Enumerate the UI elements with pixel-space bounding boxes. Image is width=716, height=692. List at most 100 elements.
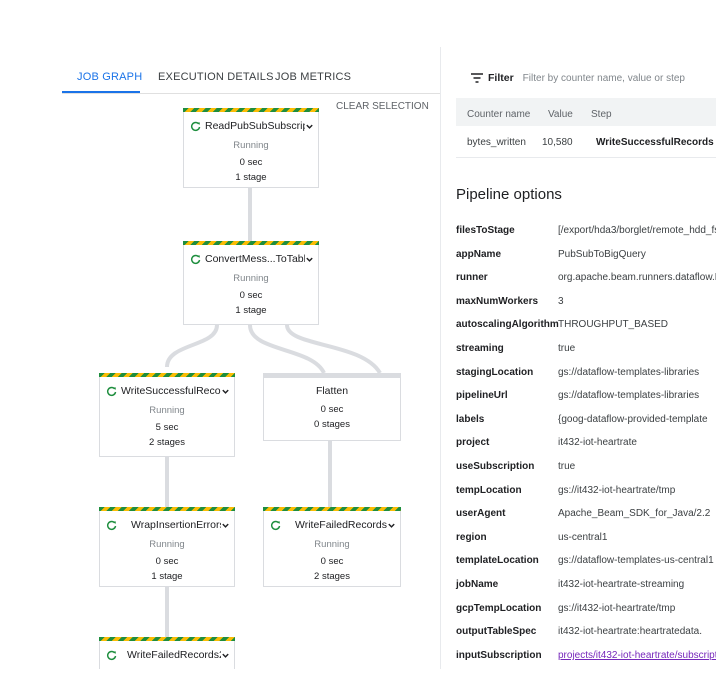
option-value: us-central1 bbox=[558, 532, 608, 543]
option-value: gs://dataflow-templates-libraries bbox=[558, 367, 700, 378]
option-key: outputTableSpec bbox=[456, 626, 537, 637]
option-value: [/export/hda3/borglet/remote_hdd_fs_dirs… bbox=[558, 225, 716, 236]
option-key: filesToStage bbox=[456, 225, 515, 236]
option-value: org.apache.beam.runners.dataflow.Dataflo… bbox=[558, 272, 716, 283]
graph-node[interactable]: WriteSuccessfulRecords Running 5 sec 2 s… bbox=[99, 373, 235, 457]
edge-convert-to-flatten-2 bbox=[285, 324, 382, 375]
option-key: labels bbox=[456, 414, 485, 425]
col-value: Value bbox=[548, 109, 573, 120]
option-key: jobName bbox=[456, 579, 499, 590]
option-key: streaming bbox=[456, 343, 504, 354]
details-panel: Filter Filter by counter name, value or … bbox=[441, 47, 716, 669]
job-graph-panel: JOB GRAPH EXECUTION DETAILS JOB METRICS … bbox=[62, 47, 440, 669]
pipeline-options-title: Pipeline options bbox=[456, 186, 562, 203]
counter-step-cell: WriteSuccessfulRecords bbox=[596, 137, 714, 148]
filter-bar[interactable]: Filter Filter by counter name, value or … bbox=[471, 72, 685, 84]
node-stages: 1 stage bbox=[151, 571, 183, 582]
chevron-down-icon[interactable] bbox=[221, 521, 230, 530]
running-icon bbox=[106, 386, 117, 396]
node-name: WrapInsertionErrors bbox=[131, 519, 221, 531]
chevron-down-icon[interactable] bbox=[221, 387, 230, 396]
running-stripe bbox=[99, 507, 235, 511]
running-icon bbox=[270, 520, 281, 530]
counter-name-cell: bytes_written bbox=[467, 137, 526, 148]
option-key: autoscalingAlgorithm bbox=[456, 319, 559, 330]
node-time: 0 sec bbox=[155, 556, 179, 567]
chevron-down-icon[interactable] bbox=[221, 651, 230, 660]
option-key: templateLocation bbox=[456, 555, 539, 566]
node-header[interactable]: WriteFailedRecords bbox=[270, 518, 396, 532]
node-time: 0 sec bbox=[320, 404, 344, 415]
node-time: 0 sec bbox=[239, 290, 263, 301]
node-name: WriteFailedRecords bbox=[295, 519, 387, 531]
node-name: ReadPubSubSubscription bbox=[205, 120, 305, 132]
option-value: PubSubToBigQuery bbox=[558, 249, 646, 260]
option-value: it432-iot-heartrate bbox=[558, 437, 637, 448]
filter-input[interactable]: Filter by counter name, value or step bbox=[523, 73, 685, 84]
edge-convert-to-write bbox=[165, 324, 219, 368]
node-header[interactable]: ConvertMess...ToTableRow bbox=[190, 252, 314, 266]
graph-node[interactable]: Flatten 0 sec 0 stages bbox=[263, 373, 401, 441]
running-icon bbox=[106, 520, 117, 530]
running-icon bbox=[190, 254, 201, 264]
option-key: project bbox=[456, 437, 490, 448]
option-value: gs://dataflow-templates-libraries bbox=[558, 390, 700, 401]
node-stages: 0 stages bbox=[314, 419, 350, 430]
running-stripe bbox=[183, 241, 319, 245]
option-value: gs://dataflow-templates-us-central1 bbox=[558, 555, 714, 566]
node-name: WriteFailedRecords2 bbox=[127, 649, 221, 661]
graph-node[interactable]: WrapInsertionErrors Running 0 sec 1 stag… bbox=[99, 507, 235, 587]
node-status: Running bbox=[149, 539, 185, 550]
node-time: 0 sec bbox=[239, 157, 263, 168]
option-value: it432-iot-heartrate:heartratedata. bbox=[558, 626, 702, 637]
graph-node[interactable]: ConvertMess...ToTableRow Running 0 sec 1… bbox=[183, 241, 319, 325]
option-value: {goog-dataflow-provided-template bbox=[558, 414, 708, 425]
inactive-stripe bbox=[263, 373, 401, 378]
node-name: ConvertMess...ToTableRow bbox=[205, 253, 305, 265]
option-key: region bbox=[456, 532, 487, 543]
option-value: gs://it432-iot-heartrate/tmp bbox=[558, 603, 676, 614]
option-key: gcpTempLocation bbox=[456, 603, 542, 614]
col-step: Step bbox=[591, 109, 612, 120]
node-time: 0 sec bbox=[320, 556, 344, 567]
node-header[interactable]: WrapInsertionErrors bbox=[106, 518, 230, 532]
option-value: Apache_Beam_SDK_for_Java/2.2 bbox=[558, 508, 711, 519]
node-header[interactable]: ReadPubSubSubscription bbox=[190, 119, 314, 133]
node-name: Flatten bbox=[315, 385, 349, 397]
running-icon bbox=[106, 650, 117, 660]
node-header[interactable]: WriteFailedRecords2 bbox=[106, 648, 230, 662]
option-value: it432-iot-heartrate-streaming bbox=[558, 579, 685, 590]
filter-label: Filter bbox=[488, 72, 514, 84]
node-name: WriteSuccessfulRecords bbox=[121, 385, 221, 397]
node-stages: 1 stage bbox=[235, 305, 267, 316]
option-value: true bbox=[558, 461, 576, 472]
node-status: Running bbox=[149, 405, 185, 416]
node-status: Running bbox=[233, 140, 269, 151]
node-stages: 1 stage bbox=[235, 172, 267, 183]
option-key: useSubscription bbox=[456, 461, 535, 472]
graph-node[interactable]: WriteFailedRecords2 bbox=[99, 637, 235, 669]
edge-convert-to-flatten-1 bbox=[248, 324, 326, 375]
option-value-link[interactable]: projects/it432-iot-heartrate/subscriptio… bbox=[558, 650, 716, 661]
running-stripe bbox=[183, 108, 319, 112]
option-key: runner bbox=[456, 272, 488, 283]
option-value: true bbox=[558, 343, 576, 354]
graph-node[interactable]: ReadPubSubSubscription Running 0 sec 1 s… bbox=[183, 108, 319, 188]
row-divider bbox=[456, 157, 716, 158]
chevron-down-icon[interactable] bbox=[305, 255, 314, 264]
graph-node[interactable]: WriteFailedRecords Running 0 sec 2 stage… bbox=[263, 507, 401, 587]
running-stripe bbox=[99, 637, 235, 641]
running-stripe bbox=[263, 507, 401, 511]
node-stages: 2 stages bbox=[149, 437, 185, 448]
running-stripe bbox=[99, 373, 235, 377]
col-counter-name: Counter name bbox=[467, 109, 531, 120]
option-value: 3 bbox=[558, 296, 564, 307]
option-key: tempLocation bbox=[456, 485, 522, 496]
chevron-down-icon[interactable] bbox=[387, 521, 396, 530]
option-value: gs://it432-iot-heartrate/tmp bbox=[558, 485, 676, 496]
option-key: appName bbox=[456, 249, 502, 260]
option-key: pipelineUrl bbox=[456, 390, 508, 401]
node-status: Running bbox=[233, 273, 269, 284]
chevron-down-icon[interactable] bbox=[305, 122, 314, 131]
node-header[interactable]: WriteSuccessfulRecords bbox=[106, 384, 230, 398]
